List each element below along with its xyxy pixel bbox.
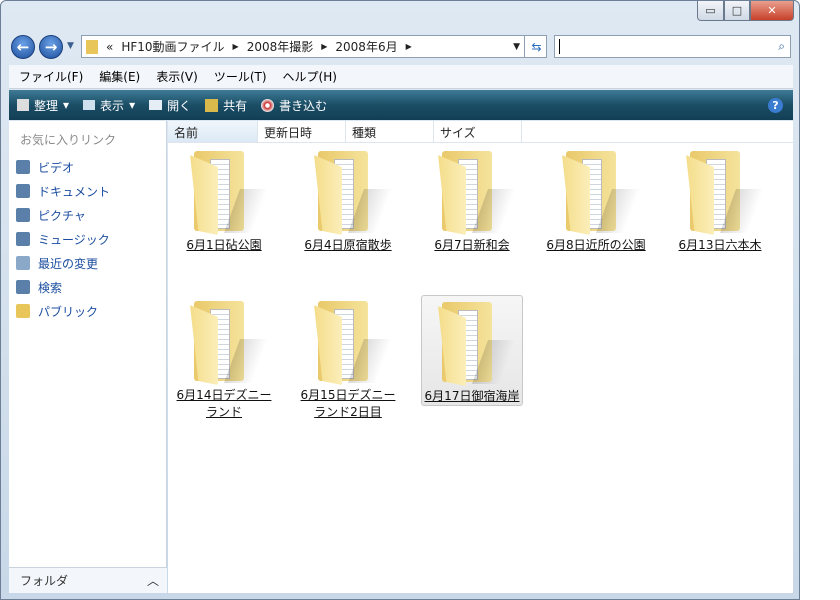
views-button[interactable]: 表示 ▾ [83,97,135,114]
folder-label: 6月14日デズニーランド [176,388,272,419]
folder-icon [86,39,98,54]
pictures-icon [16,208,30,222]
search-input[interactable]: ⌕ [554,35,791,58]
folder-label: 6月8日近所の公園 [546,238,646,252]
chevron-up-icon: ︿ [146,574,159,588]
search-folder-icon [16,280,30,294]
folder-label: 6月13日六本木 [678,238,762,252]
organize-button[interactable]: 整理 ▾ [17,97,69,114]
disc-icon [261,98,275,112]
navigation-pane: お気に入りリンク ビデオ ドキュメント ピクチャ ミュージック 最近の変更 検索… [9,121,167,593]
folder-label: 6月15日デズニーランド2日目 [300,388,396,419]
music-icon [16,232,30,246]
minimize-button[interactable]: ▭ [697,1,724,21]
menu-file[interactable]: ファイル(F) [19,68,83,85]
sidebar-item-public[interactable]: パブリック [9,299,166,323]
command-bar: 整理 ▾ 表示 ▾ 開く 共有 書き込む ? [9,90,793,120]
menu-edit[interactable]: 編集(E) [99,68,140,85]
file-list: 名前 更新日時 種類 サイズ 6月1日砧公園 6月4日原宿散歩 6月7日新和会 6月8… [168,121,793,593]
open-button[interactable]: 開く [149,97,191,114]
folder-item[interactable]: 6月1日砧公園 [173,145,275,254]
favorite-links-header: お気に入りリンク [20,133,117,147]
sidebar-item-recent[interactable]: 最近の変更 [9,251,166,275]
refresh-icon[interactable]: ⇆ [524,36,548,57]
organize-icon [17,99,29,111]
open-icon [149,100,163,110]
breadcrumb-item[interactable]: HF10動画ファイル [121,38,224,55]
folder-icon [684,149,765,235]
column-headers: 名前 更新日時 種類 サイズ [168,121,793,143]
breadcrumb-arrow-icon[interactable]: ▶ [233,42,239,51]
search-icon[interactable]: ⌕ [778,39,785,54]
menu-tools[interactable]: ツール(T) [214,68,267,85]
forward-button[interactable]: → [39,35,63,59]
folder-icon [312,149,393,235]
back-button[interactable]: ← [11,35,35,59]
help-icon[interactable]: ? [768,97,783,113]
address-dropdown-icon[interactable]: ▼ [513,42,520,52]
share-button[interactable]: 共有 [205,97,247,114]
folder-item[interactable]: 6月17日御宿海岸 [421,295,523,406]
column-type[interactable]: 種類 [346,121,434,142]
column-date-modified[interactable]: 更新日時 [258,121,346,142]
sidebar-item-videos[interactable]: ビデオ [9,155,166,179]
documents-icon [16,184,30,198]
share-icon [205,98,219,112]
folder-label: 6月4日原宿散歩 [304,238,392,252]
breadcrumb-arrow-icon[interactable]: ▶ [406,42,412,51]
folder-item[interactable]: 6月7日新和会 [421,145,523,254]
folder-item[interactable]: 6月13日六本木 [669,145,771,254]
folder-icon [188,299,269,385]
folder-icon [436,149,517,235]
close-button[interactable]: ✕ [750,1,794,21]
folder-item[interactable]: 6月15日デズニーランド2日目 [297,295,399,421]
breadcrumb-arrow-icon[interactable]: ▶ [321,42,327,51]
folder-icon [312,299,393,385]
folder-label: 6月17日御宿海岸 [424,389,520,403]
explorer-window: ▭ □ ✕ ← → ▼ « HF10動画ファイル ▶ 2008年撮影 ▶ 2008年… [0,0,800,600]
menu-bar: ファイル(F) 編集(E) 表示(V) ツール(T) ヘルプ(H) [9,65,793,89]
sidebar-item-music[interactable]: ミュージック [9,227,166,251]
address-bar[interactable]: « HF10動画ファイル ▶ 2008年撮影 ▶ 2008年6月 ▶ ▼ ⇆ [81,35,547,58]
menu-view[interactable]: 表示(V) [156,68,198,85]
column-size[interactable]: サイズ [434,121,522,142]
breadcrumb-item[interactable]: 2008年6月 [335,38,397,55]
burn-button[interactable]: 書き込む [261,97,327,114]
folder-label: 6月1日砧公園 [186,238,262,252]
maximize-button[interactable]: □ [724,1,750,21]
video-icon [16,160,30,174]
folder-item[interactable]: 6月4日原宿散歩 [297,145,399,254]
column-name[interactable]: 名前 [168,121,258,142]
folder-label: 6月7日新和会 [434,238,510,252]
sidebar-item-pictures[interactable]: ピクチャ [9,203,166,227]
text-cursor [559,39,560,54]
views-icon [83,100,96,110]
folder-item[interactable]: 6月8日近所の公園 [545,145,647,254]
folder-item[interactable]: 6月14日デズニーランド [173,295,275,421]
breadcrumb-overflow[interactable]: « [106,40,113,54]
recent-changes-icon [16,256,30,270]
sidebar-item-search[interactable]: 検索 [9,275,166,299]
folder-icon [560,149,641,235]
folders-toggle[interactable]: フォルダ ︿ [9,567,167,593]
breadcrumb-item[interactable]: 2008年撮影 [247,38,314,55]
folder-icon [16,304,30,318]
menu-help[interactable]: ヘルプ(H) [283,68,337,85]
folder-icon [188,149,269,235]
folder-icon [436,300,517,386]
sidebar-item-documents[interactable]: ドキュメント [9,179,166,203]
recent-pages-dropdown[interactable]: ▼ [67,41,74,51]
